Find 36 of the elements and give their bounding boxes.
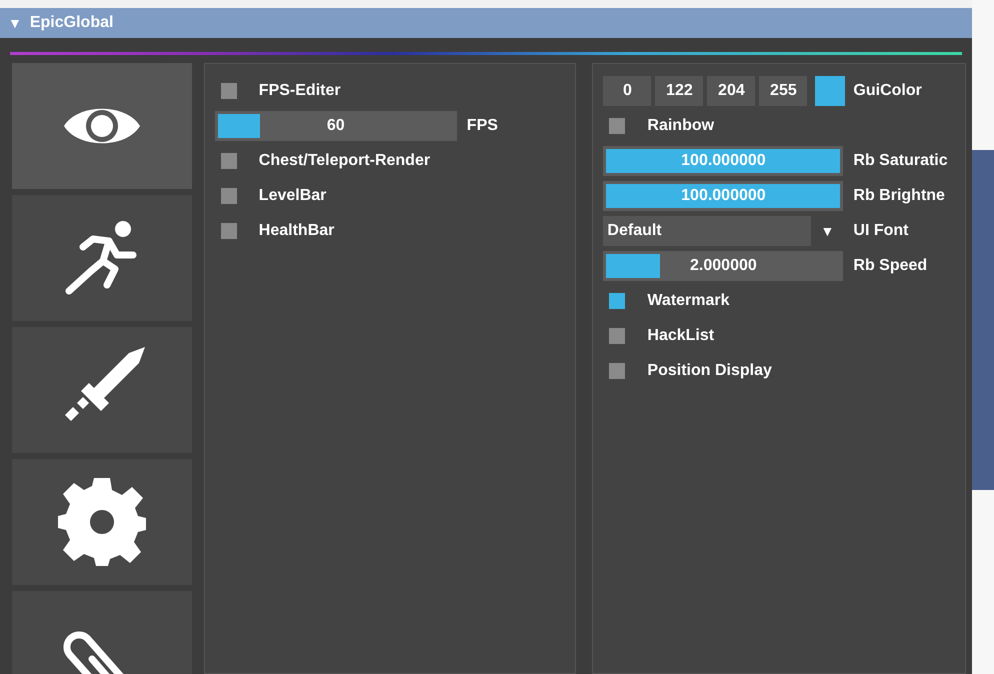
slider-label: Rb Brightne — [853, 186, 945, 206]
sidebar-tab[interactable] — [12, 63, 192, 189]
font-dropdown[interactable]: Default ▼ — [603, 216, 844, 246]
color-channel-field[interactable]: 255 — [759, 76, 808, 106]
color-channel-field[interactable]: 0 — [603, 76, 652, 106]
checkbox[interactable] — [609, 328, 626, 344]
checkbox[interactable] — [609, 363, 626, 379]
checkbox[interactable] — [220, 223, 237, 239]
checkbox-label: HackList — [647, 326, 714, 346]
slider[interactable]: 2.000000 — [603, 251, 844, 281]
checkbox[interactable] — [220, 153, 237, 169]
checkbox[interactable] — [609, 293, 626, 309]
color-channel-field[interactable]: 204 — [707, 76, 756, 106]
checkbox-label: Rainbow — [647, 116, 714, 136]
slider-label: FPS — [466, 116, 498, 136]
slider-label: Rb Speed — [853, 256, 928, 276]
checkbox[interactable] — [220, 83, 237, 99]
slider[interactable]: 60 — [214, 111, 457, 141]
checkbox-label: Position Display — [647, 361, 772, 381]
checkbox-label: FPS-Editer — [258, 81, 341, 101]
checkbox-label: HealthBar — [258, 221, 334, 241]
color-label: GuiColor — [853, 81, 922, 101]
color-channel-field[interactable]: 122 — [655, 76, 704, 106]
sidebar-tab[interactable] — [12, 327, 192, 453]
checkbox-label: LevelBar — [258, 186, 326, 206]
sidebar-tab[interactable] — [12, 459, 192, 585]
slider-label: Rb Saturatic — [853, 151, 948, 171]
dropdown-label: UI Font — [853, 221, 908, 241]
checkbox[interactable] — [220, 188, 237, 204]
checkbox-label: Chest/Teleport-Render — [258, 151, 430, 171]
color-swatch[interactable] — [815, 76, 846, 106]
checkbox[interactable] — [609, 118, 626, 134]
checkbox-label: Watermark — [647, 291, 730, 311]
gear-icon — [58, 478, 146, 566]
sidebar-tab[interactable] — [12, 195, 192, 321]
window-title: EpicGlobal — [30, 13, 114, 33]
